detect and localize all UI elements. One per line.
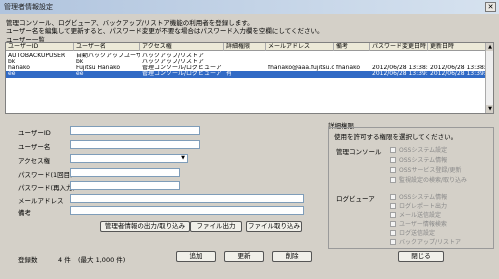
checkbox-label: ログレポート出力: [399, 203, 448, 210]
scroll-down-icon[interactable]: ▼: [486, 105, 493, 113]
permission-checkbox[interactable]: OSSシステム設定: [390, 145, 447, 154]
checkbox-box[interactable]: [390, 146, 396, 153]
export-import-admin-button[interactable]: 管理者情報の出力/取り込み: [100, 221, 190, 232]
checkbox-label: メール送信設定: [399, 212, 442, 219]
access-label: アクセス権: [18, 157, 51, 165]
password-label: パスワード(1回目): [18, 171, 73, 179]
window-title: 管理者情報設定: [4, 3, 53, 11]
checkbox-box[interactable]: [390, 156, 396, 163]
table-cell[interactable]: ee: [76, 71, 140, 77]
scroll-up-icon[interactable]: ▲: [486, 43, 493, 51]
permission-checkbox[interactable]: メール送信設定: [390, 210, 441, 219]
checkbox-label: ユーザー情報検索: [399, 221, 447, 228]
checkbox-label: OSSシステム情報: [399, 157, 448, 164]
description-line-2: ユーザー名を編集して更新すると、パスワード変更が不要な場合はパスワード入力欄を空…: [6, 27, 324, 35]
checkbox-label: OSSサービス登録/更新: [399, 167, 462, 174]
column-header-user-name[interactable]: ユーザー名: [74, 43, 140, 51]
column-header-password-changed[interactable]: パスワード変更日時: [370, 43, 428, 51]
admin-settings-dialog: 管理者情報設定 ✕ 管理コンソール、ログビューア、バックアップ/リストア機能の利…: [0, 0, 499, 279]
count-value: 4 件: [58, 256, 71, 264]
file-import-button[interactable]: ファイル取り込み: [246, 221, 302, 232]
permission-checkbox[interactable]: ユーザー情報検索: [390, 219, 447, 228]
permission-checkbox[interactable]: 監視設定の検索/取り込み: [390, 175, 467, 184]
checkbox-label: 監視設定の検索/取り込み: [399, 177, 468, 184]
note-label: 備考: [18, 209, 31, 217]
email-input[interactable]: [70, 194, 304, 203]
user-list[interactable]: ユーザーID ユーザー名 アクセス権 詳細権限 メールアドレス 備考 パスワード…: [5, 42, 494, 114]
user-name-label: ユーザー名: [18, 143, 51, 151]
count-max: (最大 1,000 件): [78, 256, 126, 264]
column-header-note[interactable]: 備考: [334, 43, 370, 51]
update-button[interactable]: 更新: [224, 251, 264, 262]
count-label: 登録数: [18, 256, 38, 264]
permission-checkbox[interactable]: OSSサービス登録/更新: [390, 165, 461, 174]
email-label: メールアドレス: [18, 197, 64, 205]
checkbox-box[interactable]: [390, 193, 396, 200]
table-cell[interactable]: 2012/06/28 13:39:42: [372, 71, 428, 77]
close-window-button[interactable]: ✕: [485, 2, 496, 12]
checkbox-box[interactable]: [390, 238, 396, 245]
close-button[interactable]: 閉じる: [398, 251, 444, 262]
permission-checkbox[interactable]: バックアップ/リストア: [390, 237, 461, 246]
checkbox-box[interactable]: [390, 229, 396, 236]
checkbox-box[interactable]: [390, 202, 396, 209]
checkbox-label: OSSシステム設定: [399, 147, 448, 154]
column-header-detail-permission[interactable]: 詳細権限: [224, 43, 266, 51]
user-name-input[interactable]: [70, 140, 200, 149]
table-cell[interactable]: 管理コンソール/ログビューア: [142, 71, 224, 77]
column-header-email[interactable]: メールアドレス: [266, 43, 334, 51]
table-cell[interactable]: 2012/06/28 13:39:42: [430, 71, 486, 77]
column-header-updated[interactable]: 更新日時: [428, 43, 486, 51]
permission-checkbox[interactable]: OSSシステム情報: [390, 155, 447, 164]
list-scrollbar[interactable]: ▲ ▼: [485, 43, 493, 113]
table-cell[interactable]: ee: [8, 71, 74, 77]
console-permissions-label: 管理コンソール: [336, 148, 382, 156]
note-input[interactable]: [70, 206, 304, 215]
checkbox-box[interactable]: [390, 220, 396, 227]
table-cell[interactable]: 有: [226, 71, 266, 77]
checkbox-label: バックアップ/リストア: [399, 239, 462, 246]
password-confirm-input[interactable]: [70, 181, 180, 190]
user-id-label: ユーザーID: [18, 129, 51, 137]
password-confirm-label: パスワード(再入力): [18, 184, 76, 192]
list-header: ユーザーID ユーザー名 アクセス権 詳細権限 メールアドレス 備考 パスワード…: [6, 43, 493, 51]
file-output-button[interactable]: ファイル出力: [190, 221, 242, 232]
column-header-access[interactable]: アクセス権: [140, 43, 224, 51]
column-header-user-id[interactable]: ユーザーID: [6, 43, 74, 51]
title-bar: 管理者情報設定 ✕: [0, 0, 499, 14]
logviewer-permissions-label: ログビューア: [336, 195, 375, 203]
user-id-input[interactable]: [70, 126, 200, 135]
checkbox-label: ログ送信設定: [399, 230, 436, 237]
permission-checkbox[interactable]: OSSシステム情報: [390, 192, 447, 201]
checkbox-box[interactable]: [390, 176, 396, 183]
permissions-instruction: 使用を許可する権限を選択してください。: [334, 133, 458, 141]
add-button[interactable]: 追加: [176, 251, 216, 262]
checkbox-box[interactable]: [390, 166, 396, 173]
chevron-down-icon[interactable]: ▼: [179, 155, 187, 162]
access-select[interactable]: ▼: [70, 154, 188, 163]
permission-checkbox[interactable]: ログ送信設定: [390, 228, 435, 237]
checkbox-label: OSSシステム情報: [399, 194, 448, 201]
password-input[interactable]: [70, 168, 180, 177]
permission-checkbox[interactable]: ログレポート出力: [390, 201, 447, 210]
delete-button[interactable]: 削除: [272, 251, 312, 262]
checkbox-box[interactable]: [390, 211, 396, 218]
